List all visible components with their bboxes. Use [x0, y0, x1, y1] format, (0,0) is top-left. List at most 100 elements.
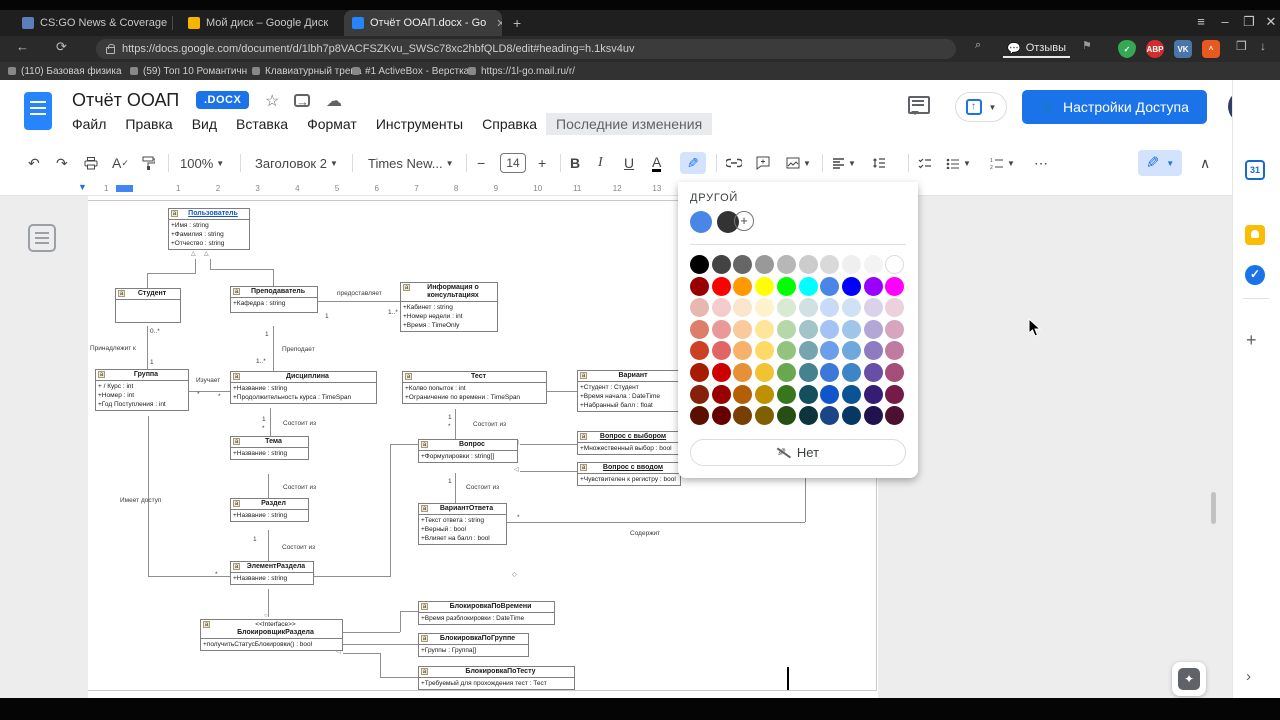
color-swatch[interactable] — [863, 341, 883, 361]
collapse-side-panel-button[interactable]: › — [1246, 668, 1251, 685]
add-comment-icon[interactable] — [756, 152, 770, 174]
browser-tablet-icon[interactable]: ❒ — [1236, 39, 1247, 53]
bookmark-item[interactable]: (59) Топ 10 Романтичн — [130, 64, 247, 78]
color-swatch[interactable] — [863, 298, 883, 318]
browser-tab[interactable]: Мой диск – Google Диск — [180, 10, 336, 36]
color-swatch[interactable] — [841, 255, 861, 274]
color-swatch[interactable] — [755, 384, 775, 404]
color-swatch[interactable] — [776, 341, 796, 361]
color-swatch[interactable] — [820, 341, 840, 361]
color-swatch[interactable] — [798, 319, 818, 339]
keep-icon[interactable] — [1245, 225, 1265, 245]
color-swatch[interactable] — [690, 363, 709, 382]
color-swatch[interactable] — [733, 406, 753, 426]
color-swatch[interactable] — [690, 319, 709, 339]
color-swatch[interactable] — [863, 406, 883, 426]
color-swatch[interactable] — [711, 255, 731, 274]
url-field[interactable]: https://docs.google.com/document/d/1lbh7… — [96, 39, 956, 59]
color-swatch[interactable] — [863, 319, 883, 339]
cloud-status-icon[interactable]: ☁ — [326, 91, 342, 111]
color-swatch[interactable] — [690, 255, 709, 274]
color-swatch[interactable] — [841, 406, 861, 426]
color-swatch[interactable] — [733, 276, 753, 296]
color-swatch[interactable] — [820, 406, 840, 426]
font-select[interactable]: Times New... ▼ — [368, 152, 454, 174]
color-swatch[interactable] — [798, 363, 818, 382]
color-swatch[interactable] — [755, 298, 775, 318]
color-swatch[interactable] — [733, 363, 753, 382]
color-swatch[interactable] — [690, 341, 709, 361]
font-size-increase[interactable]: + — [538, 152, 546, 174]
font-size-decrease[interactable]: − — [477, 152, 485, 174]
menu-файл[interactable]: Файл — [72, 116, 106, 132]
align-icon[interactable]: ▼ — [832, 152, 856, 174]
color-swatch[interactable] — [863, 363, 883, 382]
numbered-list-icon[interactable]: 1 2 ▼ — [990, 152, 1015, 174]
last-edit-status[interactable]: Последние изменения — [546, 113, 713, 135]
color-swatch[interactable] — [863, 384, 883, 404]
tasks-icon[interactable]: ✓ — [1245, 265, 1265, 285]
menu-вставка[interactable]: Вставка — [236, 116, 288, 132]
close-button[interactable]: ✕ — [1260, 14, 1280, 30]
more-options-icon[interactable]: ⋯ — [1034, 152, 1048, 174]
document-outline-icon[interactable] — [28, 224, 56, 252]
ruler[interactable]: ▼ 1 1 2 3 4 5 6 7 8 9 10 11 12 13 — [0, 182, 1280, 196]
color-swatch[interactable] — [690, 406, 709, 426]
color-swatch[interactable] — [776, 276, 796, 296]
bookmark-item[interactable]: (110) Базовая физика — [8, 64, 122, 78]
restore-button[interactable]: ❐ — [1238, 14, 1260, 30]
menu-справка[interactable]: Справка — [482, 116, 537, 132]
color-swatch[interactable] — [711, 319, 731, 339]
color-swatch[interactable] — [690, 384, 709, 404]
back-button[interactable]: ← — [16, 39, 29, 54]
color-swatch[interactable] — [733, 298, 753, 318]
menu-вид[interactable]: Вид — [192, 116, 217, 132]
calendar-icon[interactable]: 31 — [1245, 160, 1265, 180]
bold-button[interactable]: B — [570, 152, 580, 174]
zoom-select[interactable]: 100% ▼ — [180, 152, 224, 174]
color-swatch[interactable] — [841, 384, 861, 404]
underline-button[interactable]: U — [624, 152, 634, 174]
browser-menu-icon[interactable]: ≡ — [1190, 14, 1212, 29]
indent-marker-icon[interactable]: ▼ — [78, 182, 87, 192]
color-swatch[interactable] — [841, 276, 861, 296]
color-swatch[interactable] — [776, 298, 796, 318]
color-swatch[interactable] — [776, 319, 796, 339]
color-swatch[interactable] — [841, 363, 861, 382]
color-swatch[interactable] — [798, 276, 818, 296]
bookmark-item[interactable]: Клавиатурный трена — [252, 64, 361, 78]
add-addon-button[interactable]: + — [1246, 330, 1257, 351]
color-swatch[interactable] — [798, 406, 818, 426]
comments-icon[interactable] — [908, 96, 930, 115]
color-swatch[interactable] — [885, 406, 905, 426]
color-swatch[interactable] — [863, 276, 883, 296]
spellcheck-icon[interactable]: A ✓ — [112, 152, 129, 174]
color-swatch[interactable] — [711, 406, 731, 426]
color-swatch[interactable] — [690, 298, 709, 318]
color-swatch[interactable] — [885, 363, 905, 382]
color-swatch[interactable] — [776, 255, 796, 274]
bookmark-flag-icon[interactable]: ⚑ — [1082, 39, 1092, 52]
color-swatch[interactable] — [776, 406, 796, 426]
color-swatch[interactable] — [798, 255, 818, 274]
menu-правка[interactable]: Правка — [125, 116, 172, 132]
explore-button[interactable]: ✦ — [1172, 662, 1206, 696]
color-swatch[interactable] — [798, 341, 818, 361]
reload-button[interactable]: ⟳ — [56, 39, 67, 55]
color-swatch[interactable] — [820, 319, 840, 339]
color-swatch[interactable] — [885, 255, 905, 274]
add-custom-color-button[interactable]: + — [734, 211, 754, 231]
line-spacing-icon[interactable] — [872, 152, 886, 174]
print-icon[interactable] — [84, 152, 98, 174]
google-docs-logo[interactable] — [24, 92, 52, 130]
color-swatch[interactable] — [711, 298, 731, 318]
color-swatch[interactable] — [820, 255, 840, 274]
feedback-button[interactable]: 💬 Отзывы — [1003, 40, 1070, 58]
browser-tab[interactable]: CS:GO News & Coverage — [14, 10, 172, 36]
color-swatch[interactable] — [841, 298, 861, 318]
color-swatch[interactable] — [755, 406, 775, 426]
color-swatch[interactable] — [885, 384, 905, 404]
document-title[interactable]: Отчёт ООАП — [72, 90, 179, 111]
zoom-search-icon[interactable]: ⌕ — [975, 39, 981, 52]
collapse-toolbar-icon[interactable]: ∧ — [1200, 152, 1210, 174]
